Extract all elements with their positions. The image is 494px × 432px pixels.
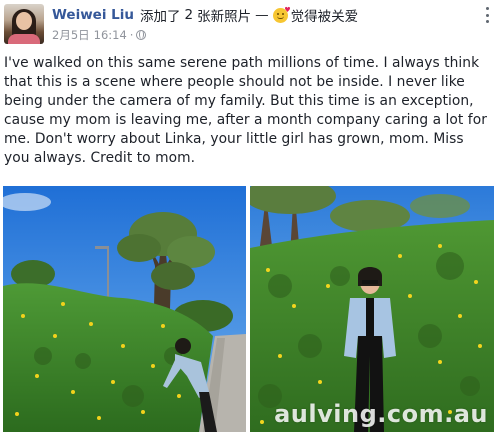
headline-dash: —: [255, 7, 269, 23]
watermark-text: aulving.com.au: [274, 400, 488, 428]
more-options-icon[interactable]: [486, 7, 490, 23]
author-name-link[interactable]: Weiwei Liu: [52, 7, 134, 23]
feeling-text: 觉得被关爱: [290, 9, 359, 25]
author-avatar[interactable]: [4, 4, 44, 44]
post-body-text: I've walked on this same serene path mil…: [4, 55, 487, 166]
globe-icon[interactable]: [136, 30, 147, 40]
post-header: Weiwei Liu 添加了 2 张新照片 — ♥ 觉得被关爱 2月5日 16:…: [0, 0, 494, 48]
post-photo-2[interactable]: aulving.com.au: [250, 186, 494, 432]
action-prefix: 添加了: [140, 9, 181, 25]
post-headline: Weiwei Liu 添加了 2 张新照片 — ♥ 觉得被关爱: [52, 5, 359, 26]
smiling-face-with-heart-icon: ♥: [272, 6, 291, 23]
photo-count: 2: [184, 7, 194, 23]
meta-separator: ·: [129, 28, 134, 42]
post-photo-1[interactable]: [3, 186, 246, 432]
post-date[interactable]: 2月5日: [52, 27, 90, 43]
facebook-post: Weiwei Liu 添加了 2 张新照片 — ♥ 觉得被关爱 2月5日 16:…: [0, 0, 494, 432]
action-suffix[interactable]: 张新照片: [197, 5, 251, 25]
post-time[interactable]: 16:14: [94, 28, 127, 42]
post-meta: 2月5日 16:14 ·: [52, 27, 147, 43]
